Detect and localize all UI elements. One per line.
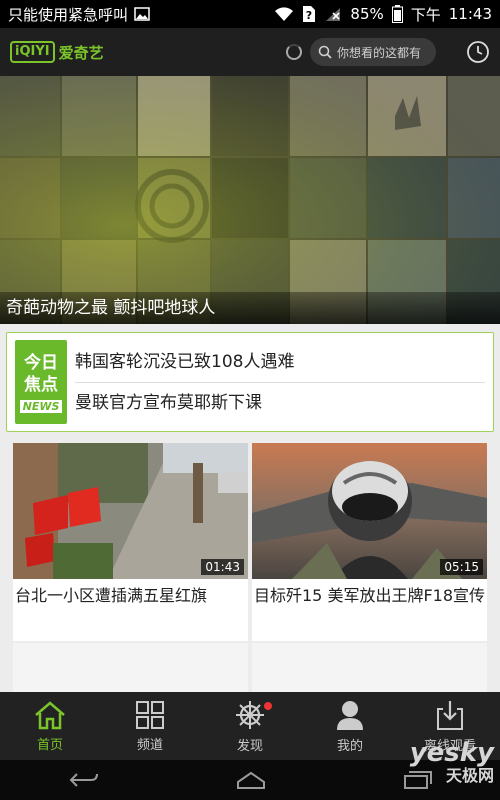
focus-news-panel: 今日 焦点 NEWS 韩国客轮沉没已致108人遇难 曼联官方宣布莫耶斯下课 xyxy=(6,332,494,432)
badge-line-1: 今日 xyxy=(24,352,58,373)
history-clock-icon[interactable] xyxy=(466,40,490,64)
video-thumbnail: 05:15 xyxy=(252,443,487,579)
nav-item-discover[interactable]: 发现 xyxy=(200,692,300,760)
status-bar: 只能使用紧急呼叫 ? 85% 下午 11:43 xyxy=(0,0,500,28)
nav-label: 我的 xyxy=(336,738,363,754)
user-icon xyxy=(337,700,363,730)
video-thumbnail: 01:43 xyxy=(13,443,248,579)
image-notification-icon xyxy=(134,7,150,21)
sim-unknown-icon: ? xyxy=(302,5,316,23)
nav-item-channels[interactable]: 频道 xyxy=(100,692,200,760)
clock-time: 11:43 xyxy=(448,5,492,23)
logo-mark: iQIYI xyxy=(10,41,55,63)
hero-image xyxy=(0,76,500,324)
no-signal-icon xyxy=(324,6,342,22)
nav-label: 发现 xyxy=(236,738,263,754)
today-focus-badge: 今日 焦点 NEWS xyxy=(15,340,67,424)
battery-icon xyxy=(391,5,403,23)
video-title: 目标歼15 美军放出王牌F18宣传 xyxy=(254,586,486,605)
nav-item-home[interactable]: 首页 xyxy=(0,692,100,760)
wheel-icon xyxy=(236,700,264,729)
nav-label: 首页 xyxy=(36,737,63,753)
search-box[interactable]: 你想看的这都有 xyxy=(310,38,436,66)
battery-percent: 85% xyxy=(350,5,384,23)
video-card[interactable]: 01:43 台北一小区遭插满五星红旗 xyxy=(13,443,248,641)
video-card[interactable]: 05:15 目标歼15 美军放出王牌F18宣传 xyxy=(252,443,487,641)
video-card-placeholder xyxy=(13,643,248,693)
wifi-icon xyxy=(274,6,294,22)
logo-text: 爱奇艺 xyxy=(58,43,104,62)
focus-news-item[interactable]: 韩国客轮沉没已致108人遇难 xyxy=(75,342,485,382)
home-button-icon[interactable] xyxy=(235,770,267,790)
video-duration: 05:15 xyxy=(440,559,483,575)
app-logo[interactable]: iQIYI 爱奇艺 xyxy=(10,41,104,63)
badge-news-label: NEWS xyxy=(19,399,63,413)
app-screen: 只能使用紧急呼叫 ? 85% 下午 11:43 iQIYI 爱奇艺 你想看的这都… xyxy=(0,0,500,800)
back-icon[interactable] xyxy=(67,770,101,790)
nav-item-mine[interactable]: 我的 xyxy=(300,692,400,760)
clock-ampm: 下午 xyxy=(410,5,441,24)
home-icon xyxy=(35,700,65,729)
loading-spinner-icon xyxy=(286,44,302,60)
carrier-text: 只能使用紧急呼叫 xyxy=(8,5,129,24)
notification-dot xyxy=(264,702,272,710)
badge-line-2: 焦点 xyxy=(24,374,58,395)
video-duration: 01:43 xyxy=(201,559,244,575)
focus-news-item[interactable]: 曼联官方宣布莫耶斯下课 xyxy=(75,382,485,422)
video-card-placeholder xyxy=(252,643,487,693)
nav-label: 频道 xyxy=(136,737,163,753)
grid-icon xyxy=(136,700,164,729)
download-icon xyxy=(437,700,463,730)
svg-text:?: ? xyxy=(306,9,312,22)
search-placeholder: 你想看的这都有 xyxy=(337,45,422,60)
hero-banner[interactable]: 奇葩动物之最 颤抖吧地球人 xyxy=(0,76,500,324)
hero-caption: 奇葩动物之最 颤抖吧地球人 xyxy=(0,292,500,324)
search-icon xyxy=(318,45,332,59)
watermark: yesky 天极网 xyxy=(410,738,494,786)
focus-news-list: 韩国客轮沉没已致108人遇难 曼联官方宣布莫耶斯下课 xyxy=(75,342,485,422)
app-header: iQIYI 爱奇艺 你想看的这都有 xyxy=(0,28,500,76)
video-title: 台北一小区遭插满五星红旗 xyxy=(15,586,208,605)
